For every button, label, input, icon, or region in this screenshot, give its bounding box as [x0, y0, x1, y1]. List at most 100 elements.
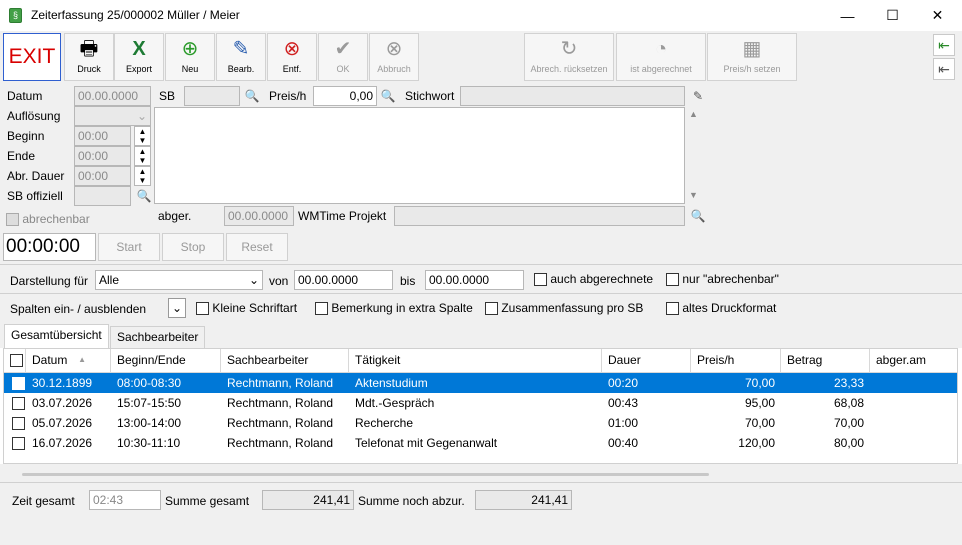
tab-overview[interactable]: Gesamtübersicht: [4, 324, 109, 348]
include-billed-checkbox[interactable]: auch abgerechnete: [534, 272, 653, 287]
stop-button[interactable]: Stop: [162, 233, 224, 261]
date-label: Datum: [7, 89, 43, 103]
from-input[interactable]: 00.00.0000: [294, 270, 393, 290]
export-label: Export: [125, 64, 152, 74]
table-row[interactable]: 03.07.2026 15:07-15:50 Rechtmann, Roland…: [4, 393, 957, 413]
resolution-label: Auflösung: [7, 109, 61, 123]
col-amount[interactable]: Betrag: [781, 349, 870, 373]
horizontal-scrollbar[interactable]: [22, 473, 709, 476]
export-button[interactable]: X Export: [114, 33, 164, 81]
table-row[interactable]: 30.12.1899 08:00-08:30 Rechtmann, Roland…: [4, 373, 957, 393]
delete-button[interactable]: ⊗ Entf.: [267, 33, 317, 81]
reset-billing-label: Abrech. rücksetzen: [530, 64, 608, 74]
exit-button[interactable]: EXIT: [3, 33, 61, 81]
entry-form: Datum 00.00.0000 SB 🔍 Preis/h 0,00 🔍 Sti…: [0, 84, 962, 264]
edit-button[interactable]: ✎ Bearb.: [216, 33, 266, 81]
minimize-button[interactable]: —: [825, 0, 870, 31]
time-entries-table: Datum ▲ Beginn/Ende Sachbearbeiter Tätigk…: [3, 348, 958, 464]
begin-input[interactable]: 00:00: [74, 126, 131, 146]
delete-icon: ⊗: [283, 38, 301, 60]
sb-label: SB: [159, 89, 176, 103]
plus-icon: ⊕: [181, 38, 199, 60]
display-for-select[interactable]: Alle ⌄: [95, 270, 263, 290]
col-duration[interactable]: Dauer: [602, 349, 691, 373]
columns-toggle-label: Spalten ein- / ausblenden: [10, 302, 147, 316]
is-billed-button[interactable]: ◔ ist abgerechnet: [616, 33, 706, 81]
row-checkbox[interactable]: [12, 417, 25, 431]
sort-asc-icon: ▲: [78, 355, 86, 364]
sb-official-input[interactable]: [74, 186, 131, 206]
price-input[interactable]: 0,00: [313, 86, 377, 106]
cancel-button[interactable]: ⊗ Abbruch: [369, 33, 419, 81]
new-button[interactable]: ⊕ Neu: [165, 33, 215, 81]
row-checkbox[interactable]: [12, 377, 25, 391]
col-begin-end[interactable]: Beginn/Ende: [111, 349, 221, 373]
keyword-tool-icon[interactable]: ✎: [690, 88, 706, 104]
from-label: von: [269, 274, 289, 288]
begin-spinner[interactable]: ▲ ▼: [134, 126, 151, 146]
col-date[interactable]: Datum ▲: [26, 349, 111, 373]
col-price[interactable]: Preis/h: [691, 349, 781, 373]
dock-left-icon[interactable]: ⇤: [933, 34, 955, 56]
col-clerk[interactable]: Sachbearbeiter: [221, 349, 349, 373]
printer-icon: 🖶: [79, 38, 99, 60]
row-checkbox[interactable]: [12, 437, 25, 451]
keyword-input[interactable]: [460, 86, 685, 106]
date-input[interactable]: 00.00.0000: [74, 86, 151, 106]
keyword-label: Stichwort: [405, 89, 455, 103]
only-billable-checkbox[interactable]: nur "abrechenbar": [666, 272, 779, 287]
maximize-button[interactable]: ☐: [870, 0, 915, 31]
col-activity[interactable]: Tätigkeit: [349, 349, 602, 373]
to-input[interactable]: 00.00.0000: [425, 270, 524, 290]
summary-per-sb-checkbox[interactable]: Zusammenfassung pro SB: [485, 301, 643, 316]
billed-label: abger.: [158, 209, 192, 223]
set-price-button[interactable]: ▦ Preis/h setzen: [707, 33, 797, 81]
resolution-select[interactable]: ⌄: [74, 106, 151, 126]
cancel-label: Abbruch: [377, 64, 411, 74]
row-checkbox[interactable]: [12, 397, 25, 411]
print-button[interactable]: 🖶 Druck: [64, 33, 114, 81]
sb-official-search-icon[interactable]: 🔍: [136, 188, 152, 204]
display-for-label: Darstellung für: [10, 274, 89, 288]
billable-checkbox[interactable]: abrechenbar: [6, 212, 90, 227]
select-all-checkbox[interactable]: [10, 354, 23, 368]
end-spinner[interactable]: ▲ ▼: [134, 146, 151, 166]
check-icon: ✔: [334, 38, 352, 60]
grid-icon: ▦: [742, 38, 762, 60]
search-icon[interactable]: 🔍: [244, 88, 260, 104]
new-label: Neu: [181, 64, 199, 74]
start-button[interactable]: Start: [98, 233, 160, 261]
billed-duration-spinner[interactable]: ▲ ▼: [134, 166, 151, 186]
sb-input[interactable]: [184, 86, 240, 106]
reset-button[interactable]: Reset: [226, 233, 288, 261]
cancel-icon: ⊗: [385, 38, 403, 60]
tab-clerk[interactable]: Sachbearbeiter: [110, 326, 206, 348]
scroll-down-icon[interactable]: ▼: [689, 190, 698, 200]
wmtime-search-icon[interactable]: 🔍: [690, 208, 706, 224]
close-button[interactable]: ✕: [915, 0, 960, 31]
small-font-checkbox[interactable]: Kleine Schriftart: [196, 301, 297, 316]
ok-button[interactable]: ✔ OK: [318, 33, 368, 81]
reset-billing-button[interactable]: ↻ Abrech. rücksetzen: [524, 33, 614, 81]
billed-date-input[interactable]: 00.00.0000: [224, 206, 294, 226]
total-sum-label: Summe gesamt: [165, 494, 250, 508]
scroll-up-icon[interactable]: ▲: [689, 109, 698, 119]
remark-column-checkbox[interactable]: Bemerkung in extra Spalte: [315, 301, 473, 316]
total-time-value: 02:43: [89, 490, 161, 510]
summary-footer: Zeit gesamt 02:43 Summe gesamt 241,41 Su…: [0, 464, 962, 545]
col-billed-on[interactable]: abger.am: [870, 349, 957, 373]
remark-textarea[interactable]: [154, 107, 685, 204]
select-all-header[interactable]: [4, 349, 26, 373]
pie-icon: ◔: [654, 38, 668, 60]
wmtime-input[interactable]: [394, 206, 685, 226]
old-print-format-checkbox[interactable]: altes Druckformat: [666, 301, 776, 316]
toolbar: EXIT 🖶 Druck X Export ⊕ Neu ✎ Bearb. ⊗ E…: [0, 31, 962, 84]
price-search-icon[interactable]: 🔍: [380, 88, 396, 104]
billed-duration-input[interactable]: 00:00: [74, 166, 131, 186]
collapse-left-icon[interactable]: ⇤: [933, 58, 955, 80]
table-row[interactable]: 16.07.2026 10:30-11:10 Rechtmann, Roland…: [4, 433, 957, 453]
table-row[interactable]: 05.07.2026 13:00-14:00 Rechtmann, Roland…: [4, 413, 957, 433]
window-title: Zeiterfassung 25/000002 Müller / Meier: [31, 8, 240, 22]
end-input[interactable]: 00:00: [74, 146, 131, 166]
columns-dropdown-icon[interactable]: ⌄: [168, 298, 186, 318]
